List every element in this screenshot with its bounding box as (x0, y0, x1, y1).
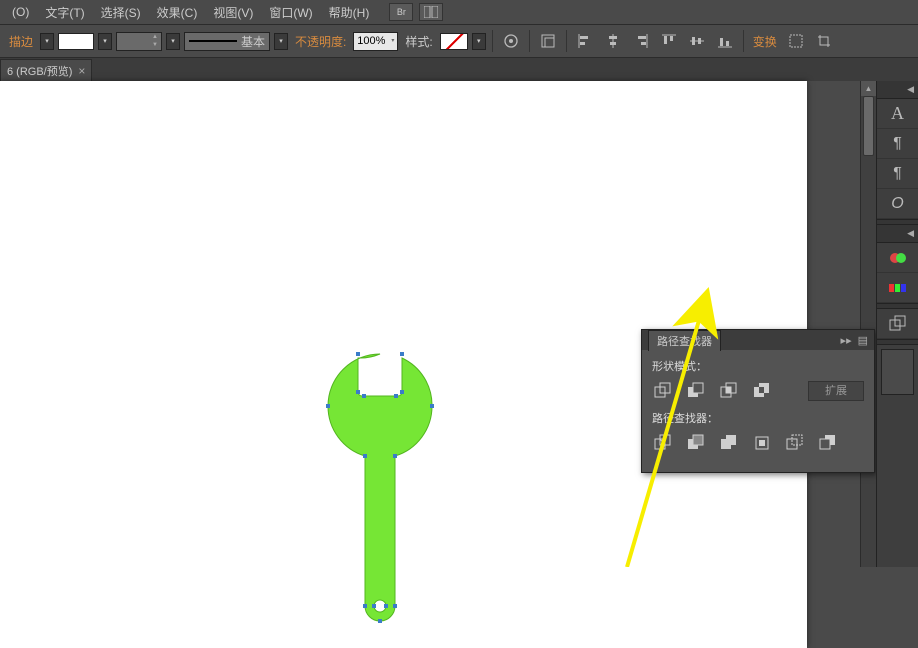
recolor-icon[interactable] (499, 29, 523, 53)
minus-front-button[interactable] (685, 380, 707, 402)
dock-expand2-icon[interactable]: ◀ (877, 225, 918, 243)
dock-type-icon[interactable]: A (877, 99, 918, 129)
menu-effect[interactable]: 效果(C) (149, 1, 206, 24)
document-tab-bar: 6 (RGB/预览) × (0, 58, 918, 81)
align-vcenter-icon[interactable] (685, 29, 709, 53)
dock-paragraph-icon[interactable]: ¶ (877, 129, 918, 159)
align-panel-icon[interactable] (536, 29, 560, 53)
dock-glyph-icon[interactable]: O (877, 189, 918, 219)
stroke-width-field[interactable]: ▲▼ (116, 32, 162, 51)
panel-title[interactable]: 路径查找器 (648, 330, 721, 351)
vertical-scrollbar[interactable]: ▲ (860, 81, 876, 567)
minus-back-button[interactable] (817, 432, 839, 454)
dock-color-icon[interactable] (877, 243, 918, 273)
align-hcenter-icon[interactable] (601, 29, 625, 53)
menu-window[interactable]: 窗口(W) (261, 1, 320, 24)
stroke-width-input[interactable] (117, 35, 149, 47)
transform-label[interactable]: 变换 (750, 33, 780, 50)
exclude-button[interactable] (751, 380, 773, 402)
menu-object[interactable]: (O) (4, 2, 37, 22)
document-tab[interactable]: 6 (RGB/预览) × (0, 59, 92, 81)
opacity-stepper[interactable]: ▾ (388, 37, 397, 45)
isolate-icon[interactable] (784, 29, 808, 53)
align-right-icon[interactable] (629, 29, 653, 53)
outline-button[interactable] (784, 432, 806, 454)
dock-pathfinder-icon[interactable] (877, 309, 918, 339)
trim-button[interactable] (685, 432, 707, 454)
right-panel-dock: ◀ A ¶ ¶ O ◀ (876, 81, 918, 567)
dock-expand-icon[interactable]: ◀ (877, 81, 918, 99)
divide-button[interactable] (652, 432, 674, 454)
scroll-up-arrow[interactable]: ▲ (861, 81, 876, 96)
align-left-icon[interactable] (573, 29, 597, 53)
graphic-style-swatch[interactable] (440, 33, 468, 50)
style-arrow[interactable]: ▾ (472, 33, 486, 50)
dock-mini-panel[interactable] (881, 349, 914, 395)
pathfinder-panel[interactable]: 路径查找器 ▸▸ ▤ 形状模式： 扩展 (641, 329, 875, 473)
close-icon[interactable]: × (78, 64, 85, 78)
stroke-preview-line (189, 40, 237, 42)
opacity-input[interactable] (354, 35, 388, 47)
opacity-field[interactable]: ▾ (353, 32, 398, 51)
scroll-thumb[interactable] (863, 96, 874, 156)
work-area: ▲ 路径查找器 ▸▸ ▤ 形状模式： (0, 81, 876, 567)
pathfinder-row-label: 路径查找器： (652, 410, 864, 426)
stroke-style-arrow[interactable]: ▾ (274, 33, 288, 50)
stroke-label: 描边 (6, 33, 36, 50)
stroke-style-label: 基本 (241, 33, 265, 50)
wrench-shape[interactable] (320, 346, 440, 639)
stroke-width-stepper[interactable]: ▲▼ (149, 33, 161, 49)
stroke-style-dropdown[interactable]: 基本 (184, 32, 270, 51)
shape-mode-label: 形状模式： (652, 358, 864, 374)
merge-button[interactable] (718, 432, 740, 454)
arrange-docs-button[interactable] (419, 3, 443, 21)
dock-swatches-icon[interactable] (877, 273, 918, 303)
crop-button[interactable] (751, 432, 773, 454)
style-label: 样式: (402, 33, 435, 50)
dock-opentype-icon[interactable]: ¶ (877, 159, 918, 189)
menu-select[interactable]: 选择(S) (93, 1, 149, 24)
unite-button[interactable] (652, 380, 674, 402)
stroke-width-dd[interactable]: ▾ (166, 33, 180, 50)
options-bar: 描边 ▾ ▾ ▲▼ ▾ 基本 ▾ 不透明度: ▾ 样式: ▾ 变换 (0, 25, 918, 58)
intersect-button[interactable] (718, 380, 740, 402)
stroke-color-dropdown-arrow[interactable]: ▾ (40, 33, 54, 50)
document-tab-label: 6 (RGB/预览) (7, 63, 72, 79)
panel-header[interactable]: 路径查找器 ▸▸ ▤ (642, 330, 874, 350)
menu-bar: (O) 文字(T) 选择(S) 效果(C) 视图(V) 窗口(W) 帮助(H) … (0, 0, 918, 25)
menu-type[interactable]: 文字(T) (37, 1, 92, 24)
opacity-label: 不透明度: (292, 33, 349, 50)
bridge-button[interactable]: Br (389, 3, 413, 21)
panel-collapse-icon[interactable]: ▸▸ (841, 334, 852, 347)
crop-icon[interactable] (812, 29, 836, 53)
stroke-color-swatch[interactable] (58, 33, 94, 50)
menu-view[interactable]: 视图(V) (205, 1, 261, 24)
expand-button[interactable]: 扩展 (808, 381, 864, 401)
stroke-color-arrow2[interactable]: ▾ (98, 33, 112, 50)
align-bottom-icon[interactable] (713, 29, 737, 53)
panel-body: 形状模式： 扩展 路径查找器： (642, 350, 874, 472)
menu-help[interactable]: 帮助(H) (321, 1, 378, 24)
align-top-icon[interactable] (657, 29, 681, 53)
panel-menu-icon[interactable]: ▤ (858, 334, 868, 347)
